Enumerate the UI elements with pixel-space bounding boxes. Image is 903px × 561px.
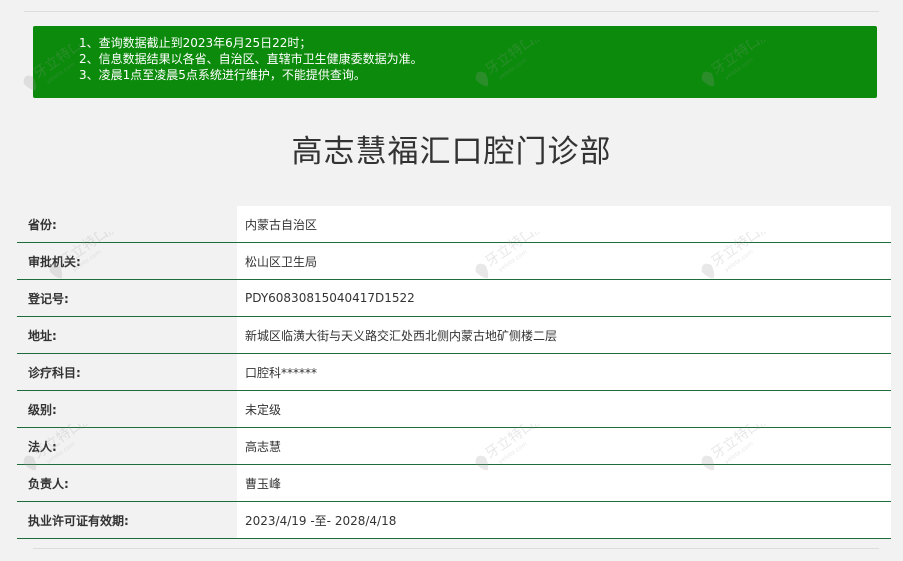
top-divider xyxy=(24,11,879,12)
row-label: 级别: xyxy=(17,390,237,428)
table-row-departments: 诊疗科目: 口腔科****** xyxy=(17,353,891,391)
row-label: 法人: xyxy=(17,427,237,465)
row-value: 口腔科****** xyxy=(237,353,891,391)
table-row-person-in-charge: 负责人: 曹玉峰 xyxy=(17,464,891,502)
page-title: 高志慧福汇口腔门诊部 xyxy=(291,134,612,170)
table-row-level: 级别: 未定级 xyxy=(17,390,891,428)
notice-line-1: 1、查询数据截止到2023年6月25日22时； xyxy=(79,36,312,50)
row-label: 登记号: xyxy=(17,279,237,317)
notice-line-2: 2、信息数据结果以各省、自治区、直辖市卫生健康委数据为准。 xyxy=(79,52,423,66)
row-value: 2023/4/19 -至- 2028/4/18 xyxy=(237,501,891,539)
table-row-approval-authority: 审批机关: 松山区卫生局 xyxy=(17,242,891,280)
clinic-info-table: 省份: 内蒙古自治区 审批机关: 松山区卫生局 登记号: PDY60830815… xyxy=(17,206,891,539)
row-label: 省份: xyxy=(17,206,237,243)
row-value: 松山区卫生局 xyxy=(237,242,891,280)
row-label: 负责人: xyxy=(17,464,237,502)
table-row-license-validity: 执业许可证有效期: 2023/4/19 -至- 2028/4/18 xyxy=(17,501,891,539)
row-value: 未定级 xyxy=(237,390,891,428)
row-value: 内蒙古自治区 xyxy=(237,206,891,243)
row-label: 地址: xyxy=(17,316,237,354)
row-value: 曹玉峰 xyxy=(237,464,891,502)
notice-banner: 1、查询数据截止到2023年6月25日22时； 2、信息数据结果以各省、自治区、… xyxy=(33,26,877,98)
row-value: PDY60830815040417D1522 xyxy=(237,279,891,317)
table-row-province: 省份: 内蒙古自治区 xyxy=(17,206,891,243)
bottom-divider xyxy=(33,548,879,549)
row-label: 诊疗科目: xyxy=(17,353,237,391)
row-value: 高志慧 xyxy=(237,427,891,465)
row-label: 审批机关: xyxy=(17,242,237,280)
table-row-address: 地址: 新城区临潢大街与天义路交汇处西北侧内蒙古地矿侧楼二层 xyxy=(17,316,891,354)
table-row-legal-person: 法人: 高志慧 xyxy=(17,427,891,465)
row-label: 执业许可证有效期: xyxy=(17,501,237,539)
row-value: 新城区临潢大街与天义路交汇处西北侧内蒙古地矿侧楼二层 xyxy=(237,316,891,354)
table-row-registration-number: 登记号: PDY60830815040417D1522 xyxy=(17,279,891,317)
notice-line-3: 3、凌晨1点至凌晨5点系统进行维护，不能提供查询。 xyxy=(79,68,366,82)
